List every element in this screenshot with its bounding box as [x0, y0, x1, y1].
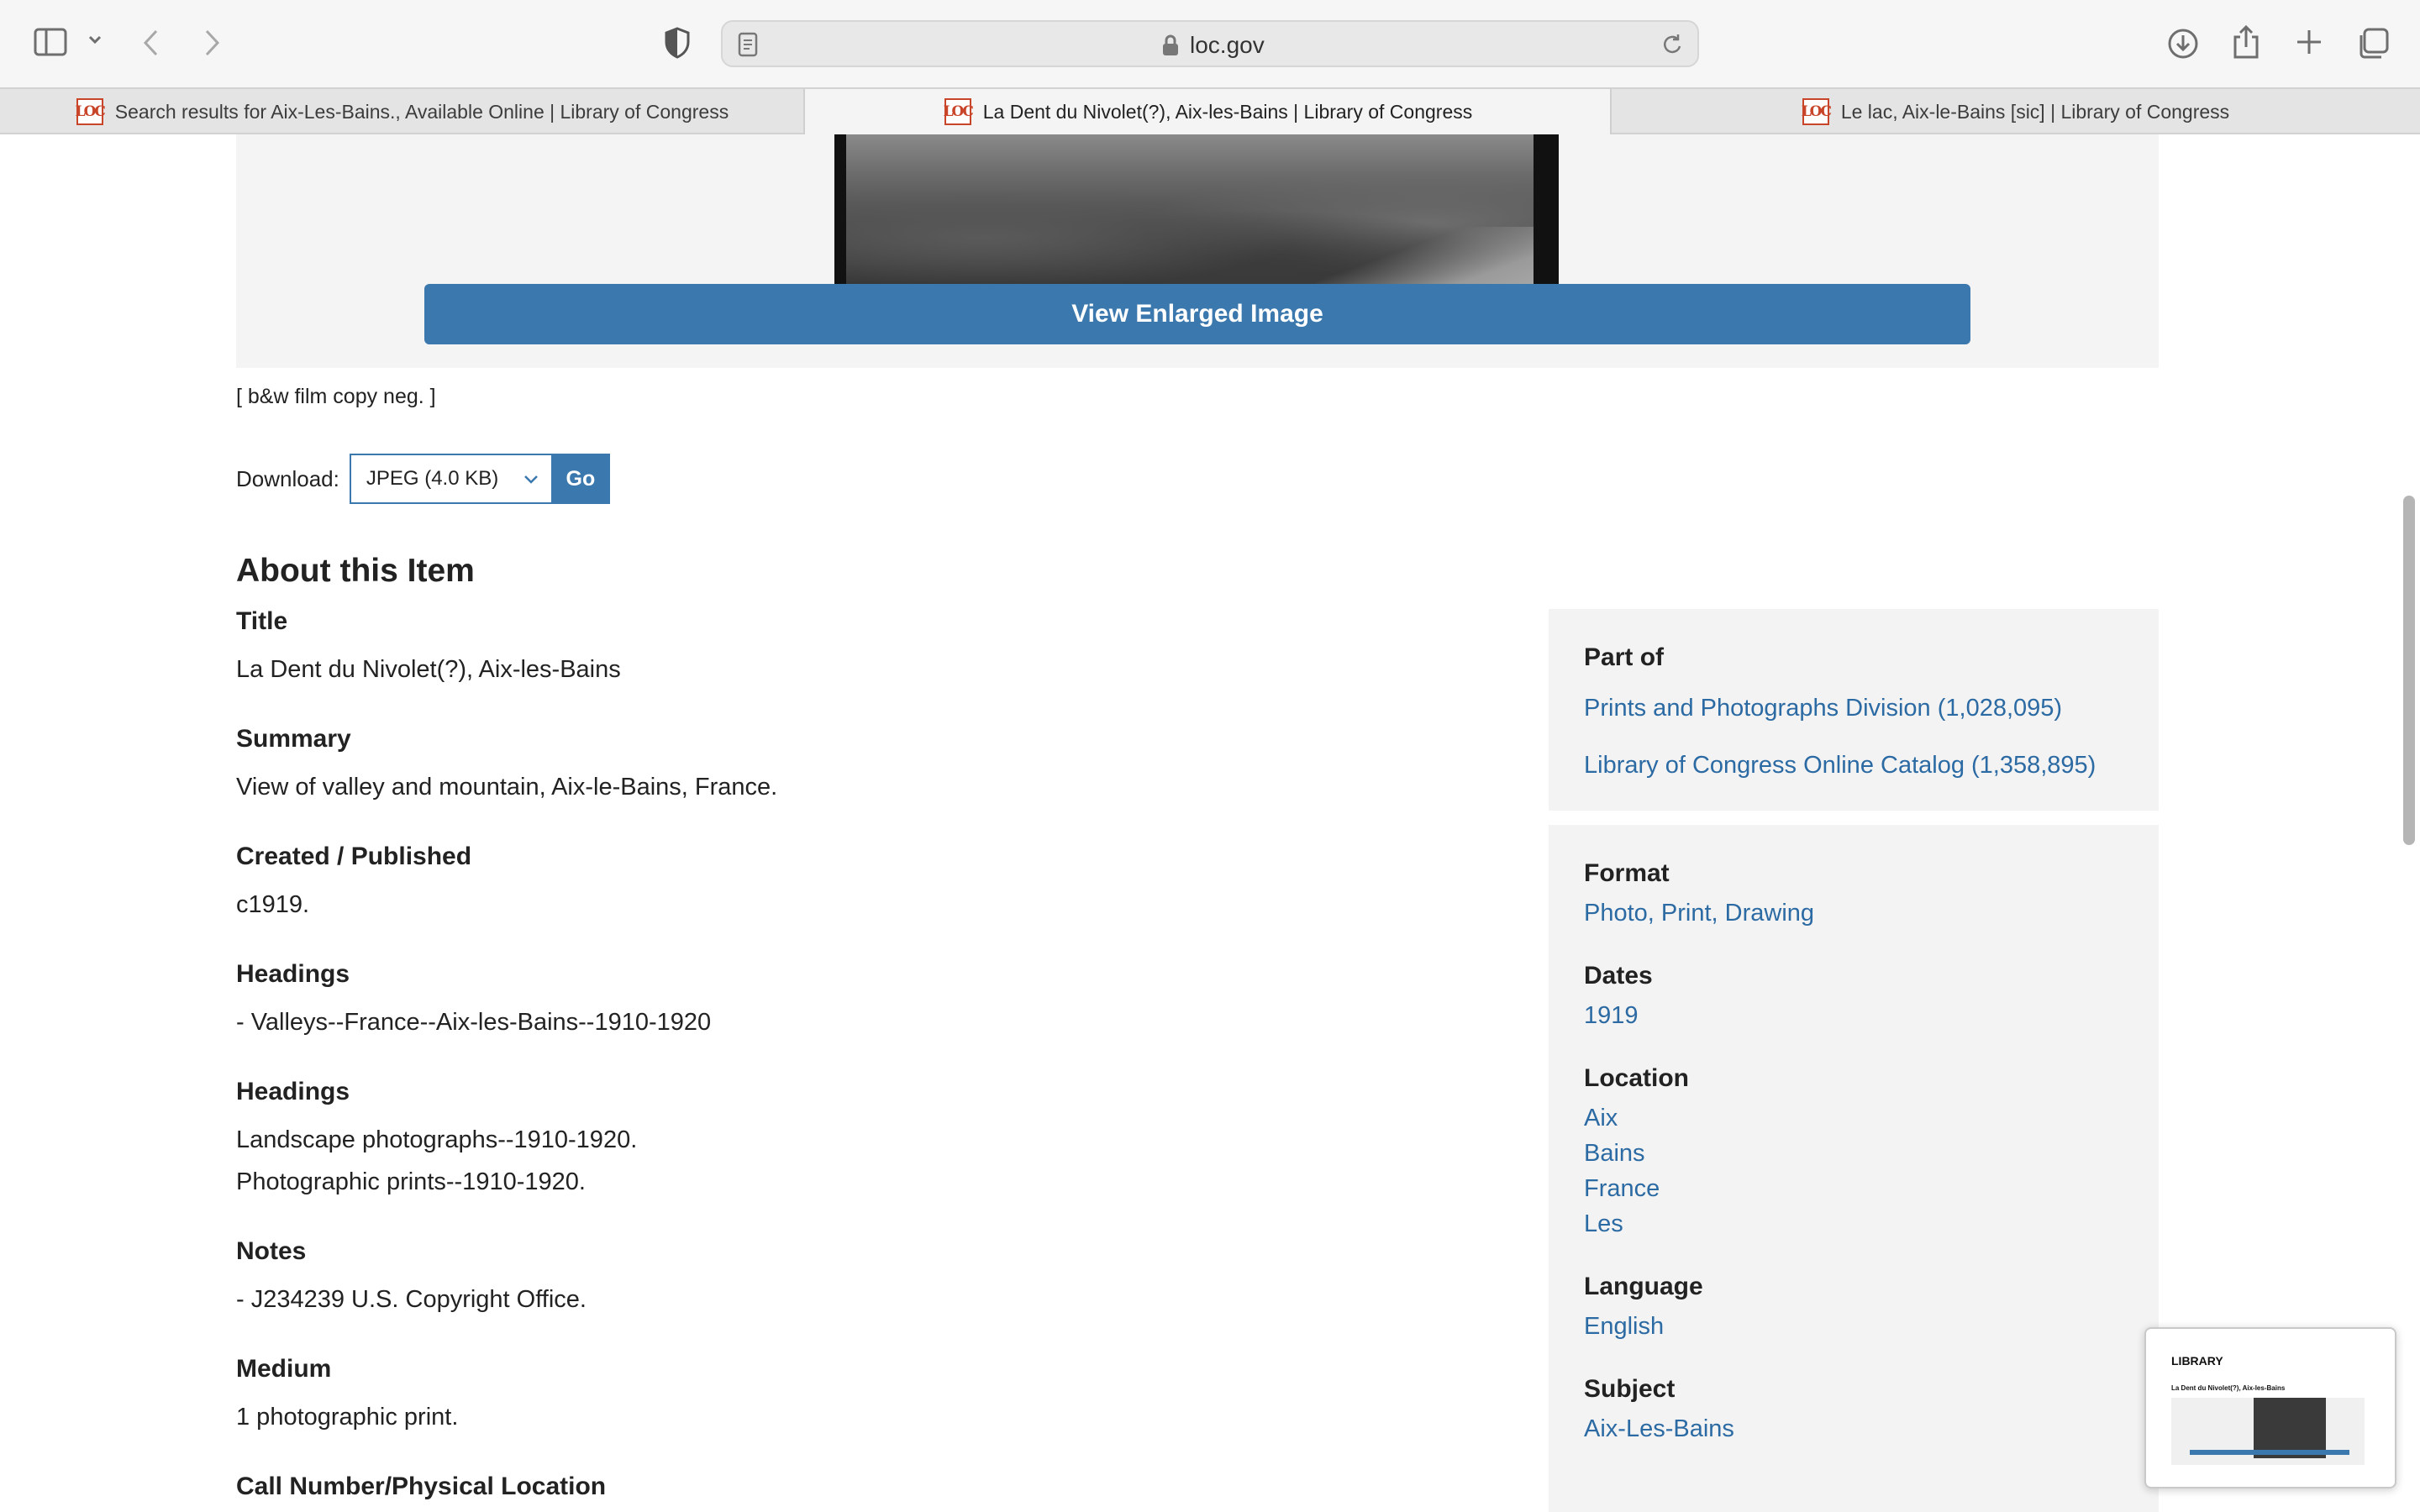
loc-favicon-icon: LOC: [944, 98, 974, 125]
meta-subject: Subject Aix-Les-Bains: [1584, 1373, 2123, 1446]
meta-label: Dates: [1584, 962, 1653, 990]
meta-label: Language: [1584, 1273, 1703, 1300]
field-label: Headings: [236, 1078, 350, 1105]
tab-le-lac[interactable]: LOC Le lac, Aix-le-Bains [sic] | Library…: [1612, 89, 2420, 134]
part-of-link[interactable]: Library of Congress Online Catalog (1,35…: [1584, 737, 2123, 794]
loc-favicon-icon: LOC: [1802, 98, 1832, 125]
part-of-box: Part of Prints and Photographs Division …: [1549, 609, 2159, 811]
field-summary: Summary View of valley and mountain, Aix…: [236, 722, 1497, 808]
field-value: c1919.: [236, 891, 310, 918]
field-value: - J234239 U.S. Copyright Office.: [236, 1286, 587, 1313]
meta-link[interactable]: 1919: [1584, 998, 2123, 1033]
browser-toolbar: loc.gov: [0, 0, 2420, 87]
field-value: - Valleys--France--Aix-les-Bains--1910-1…: [236, 1009, 712, 1036]
part-of-link[interactable]: Prints and Photographs Division (1,028,0…: [1584, 680, 2123, 737]
field-label: Created / Published: [236, 843, 472, 870]
tab-label: Search results for Aix-Les-Bains., Avail…: [114, 100, 729, 123]
item-details: Title La Dent du Nivolet(?), Aix-les-Bai…: [236, 605, 1497, 1512]
field-call-number: Call Number/Physical Location: [236, 1470, 1497, 1504]
new-tab-plus-icon[interactable]: [2294, 27, 2324, 57]
tab-la-dent-du-nivolet[interactable]: LOC La Dent du Nivolet(?), Aix-les-Bains…: [805, 89, 1612, 134]
field-value: 1 photographic print.: [236, 1404, 459, 1431]
meta-language: Language English: [1584, 1270, 2123, 1344]
meta-format: Format Photo, Print, Drawing: [1584, 857, 2123, 931]
meta-location: Location Aix Bains France Les: [1584, 1062, 2123, 1242]
chevron-down-icon[interactable]: [87, 34, 103, 45]
meta-dates: Dates 1919: [1584, 959, 2123, 1033]
tab-label: Le lac, Aix-le-Bains [sic] | Library of …: [1840, 100, 2230, 123]
part-of-label: Part of: [1584, 643, 1665, 671]
sidebar-toggle-icon[interactable]: [34, 27, 67, 57]
field-headings: Headings - Valleys--France--Aix-les-Bain…: [236, 958, 1497, 1043]
meta-link[interactable]: Les: [1584, 1206, 2123, 1242]
thumbnail-logo: LIBRARY: [2171, 1354, 2223, 1368]
download-controls: Download: JPEG (4.0 KB) Go: [236, 454, 610, 504]
thumbnail-image-panel: [2171, 1398, 2365, 1465]
view-enlarged-image-button[interactable]: View Enlarged Image: [424, 284, 1970, 344]
meta-link[interactable]: Aix-Les-Bains: [1584, 1411, 2123, 1446]
reload-icon[interactable]: [1660, 32, 1684, 61]
meta-label: Subject: [1584, 1375, 1676, 1403]
meta-link[interactable]: Bains: [1584, 1136, 2123, 1171]
field-label: Call Number/Physical Location: [236, 1473, 607, 1500]
page-scrollbar[interactable]: [2403, 496, 2415, 845]
thumbnail-button: [2190, 1450, 2349, 1455]
meta-link[interactable]: Aix: [1584, 1100, 2123, 1136]
field-label: Summary: [236, 725, 351, 753]
download-format-select[interactable]: JPEG (4.0 KB): [349, 454, 551, 504]
download-label: Download:: [236, 465, 339, 491]
tab-label: La Dent du Nivolet(?), Aix-les-Bains | L…: [982, 100, 1473, 123]
lock-icon: [1161, 34, 1180, 60]
chevron-down-icon: [523, 470, 539, 495]
meta-link[interactable]: English: [1584, 1309, 2123, 1344]
field-created-published: Created / Published c1919.: [236, 840, 1497, 926]
part-of-field: Part of Prints and Photographs Division …: [1584, 641, 2123, 794]
field-label: Medium: [236, 1355, 332, 1383]
metadata-box: Format Photo, Print, Drawing Dates 1919 …: [1549, 825, 2159, 1512]
tab-search-results[interactable]: LOC Search results for Aix-Les-Bains., A…: [0, 89, 805, 134]
field-notes: Notes - J234239 U.S. Copyright Office.: [236, 1235, 1497, 1320]
download-icon[interactable]: [2166, 27, 2200, 60]
field-value: Landscape photographs--1910-1920.: [236, 1126, 638, 1153]
image-viewer-panel: View Enlarged Image: [236, 134, 2159, 368]
loc-favicon-icon: LOC: [76, 98, 106, 125]
download-go-button[interactable]: Go: [550, 454, 610, 504]
page-preview-thumbnail[interactable]: LIBRARY La Dent du Nivolet(?), Aix-les-B…: [2144, 1327, 2396, 1488]
back-arrow-icon[interactable]: [141, 29, 161, 57]
field-label: Title: [236, 607, 288, 635]
field-title: Title La Dent du Nivolet(?), Aix-les-Bai…: [236, 605, 1497, 690]
share-icon[interactable]: [2232, 24, 2260, 60]
field-value: La Dent du Nivolet(?), Aix-les-Bains: [236, 656, 621, 683]
tab-bar: LOC Search results for Aix-Les-Bains., A…: [0, 87, 2420, 134]
url-text: loc.gov: [1190, 32, 1265, 58]
field-medium: Medium 1 photographic print.: [236, 1352, 1497, 1438]
address-bar[interactable]: loc.gov: [721, 20, 1699, 67]
meta-label: Location: [1584, 1064, 1689, 1092]
image-caption: [ b&w film copy neg. ]: [236, 385, 436, 408]
field-value: View of valley and mountain, Aix-le-Bain…: [236, 774, 778, 801]
privacy-shield-icon[interactable]: [664, 27, 691, 59]
reader-mode-icon[interactable]: [738, 32, 758, 61]
meta-label: Format: [1584, 859, 1670, 887]
thumbnail-title: La Dent du Nivolet(?), Aix-les-Bains: [2171, 1384, 2286, 1392]
field-value: Photographic prints--1910-1920.: [236, 1168, 586, 1195]
forward-arrow-icon[interactable]: [202, 29, 222, 57]
about-heading: About this Item: [236, 553, 475, 589]
page-content: View Enlarged Image [ b&w film copy neg.…: [0, 134, 2420, 1512]
tab-overview-icon[interactable]: [2356, 27, 2390, 60]
field-headings-genre: Headings Landscape photographs--1910-192…: [236, 1075, 1497, 1203]
field-label: Notes: [236, 1237, 307, 1265]
meta-link[interactable]: Photo, Print, Drawing: [1584, 895, 2123, 931]
meta-link[interactable]: France: [1584, 1171, 2123, 1206]
field-label: Headings: [236, 960, 350, 988]
download-format-value: JPEG (4.0 KB): [366, 467, 499, 490]
